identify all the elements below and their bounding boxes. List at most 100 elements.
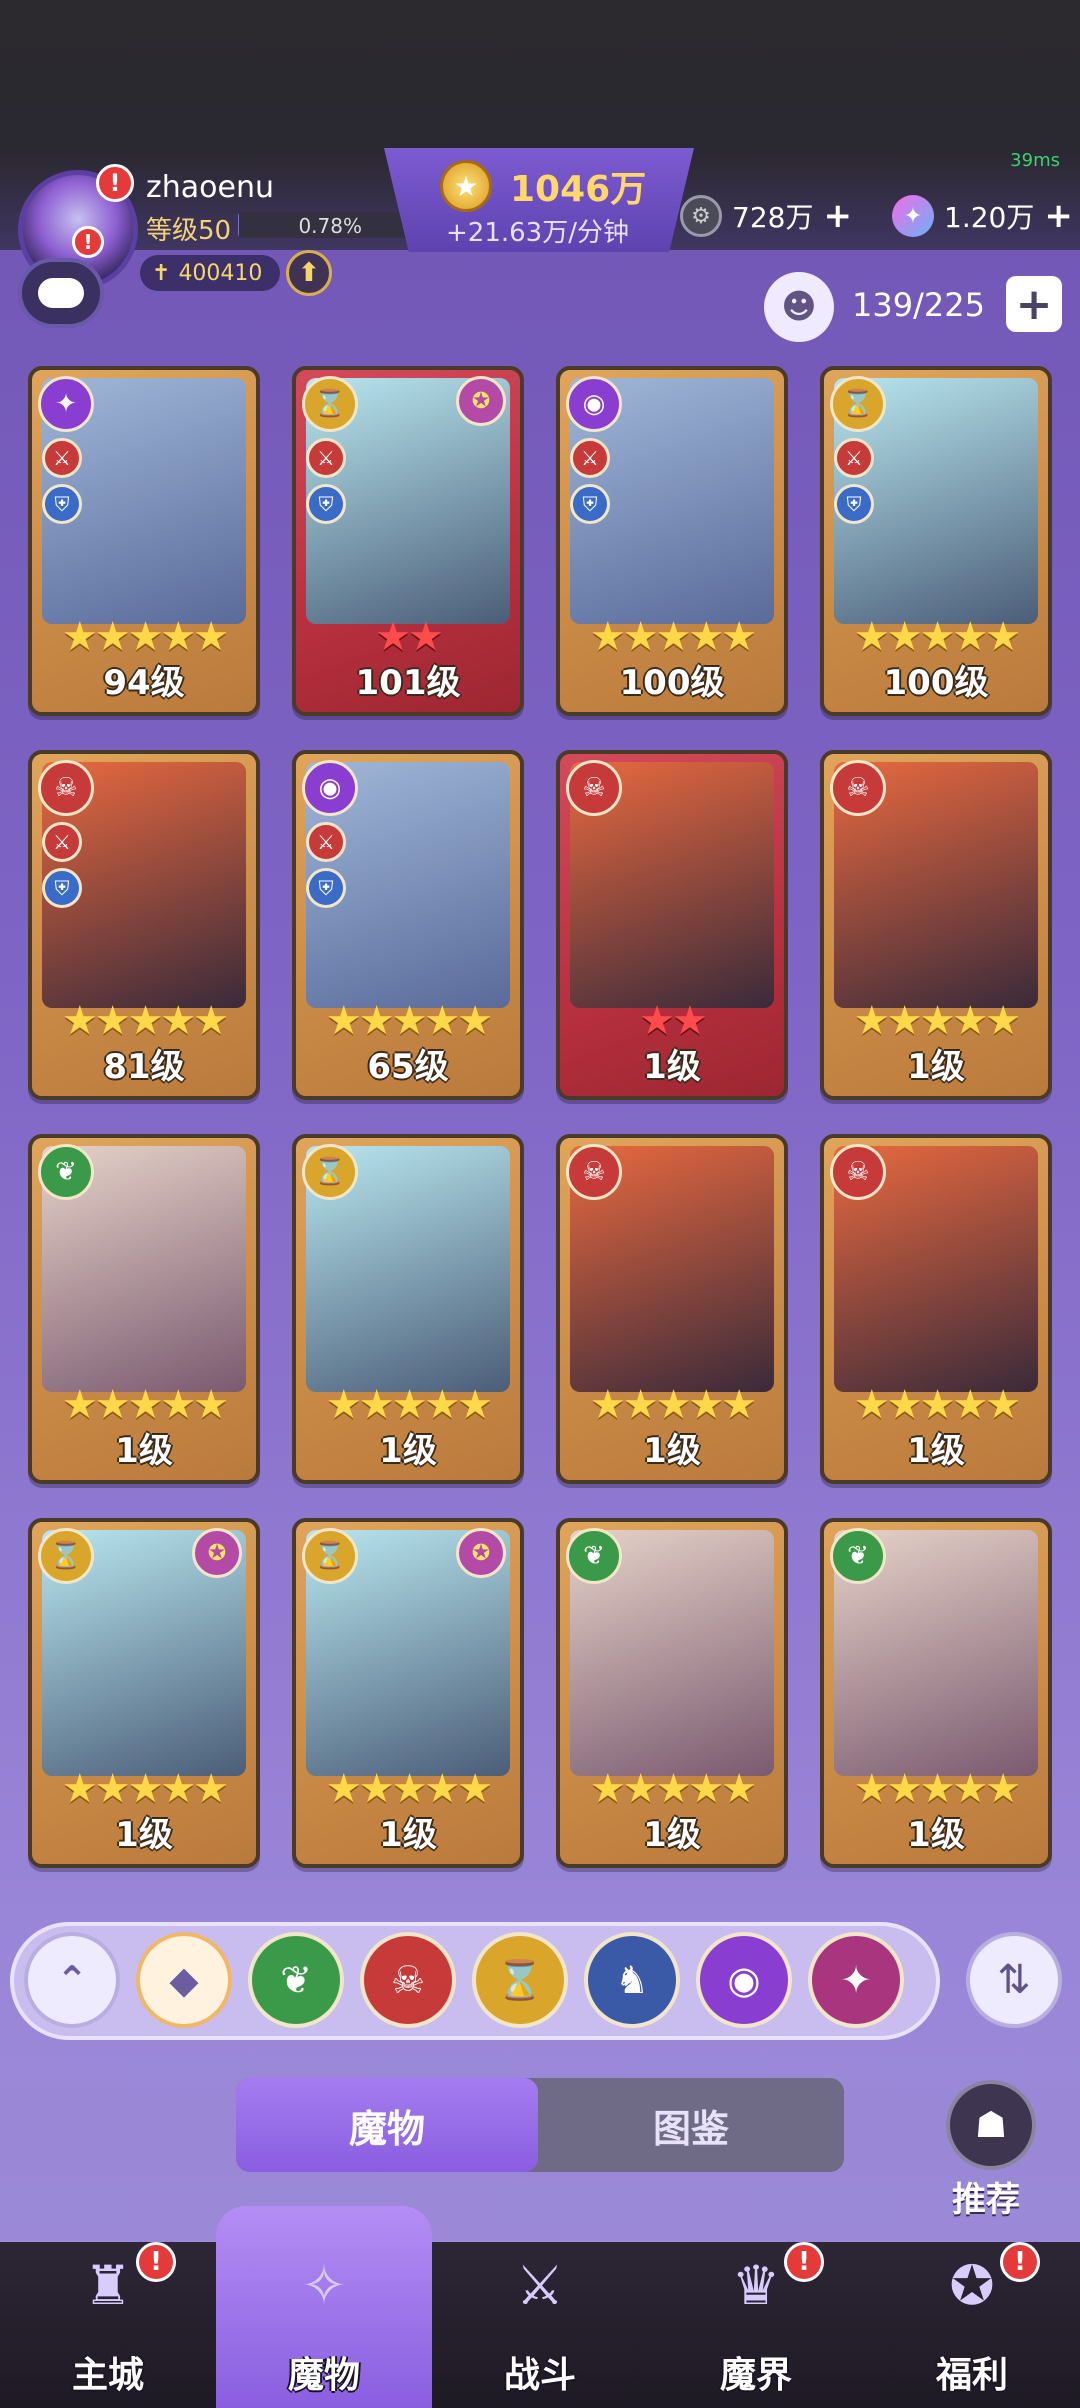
faction-purple-icon: ◉ [302, 760, 358, 816]
faction-green-icon: ❦ [566, 1528, 622, 1584]
monster-capacity-icon: ☻ [764, 272, 834, 342]
nav-item-0[interactable]: ♜ 主城! [0, 2230, 216, 2408]
avatar-alert-icon: ! [96, 164, 134, 202]
tab-codex[interactable]: 图鉴 [538, 2078, 844, 2172]
filter-arcane-icon[interactable]: ◉ [696, 1932, 792, 2028]
attack-role-icon: ⚔ [42, 438, 82, 478]
alert-badge-icon: ! [136, 2242, 176, 2282]
monster-card[interactable]: ⌛ ✪ ⚔ ⛨ ★★ 101级 [292, 366, 524, 716]
star-rating: ★★★★★ [853, 998, 1021, 1044]
nav-item-2[interactable]: ⚔ 战斗 [432, 2230, 648, 2408]
monster-card[interactable]: ⌛ ⚔ ⛨ ★★★★★ 100级 [820, 366, 1052, 716]
nav-item-4[interactable]: ✪ 福利! [864, 2230, 1080, 2408]
skill-badge-icon: ✪ [192, 1528, 242, 1578]
tab-monsters[interactable]: 魔物 [236, 2078, 538, 2172]
nav-label: 主城 [71, 2355, 144, 2396]
filter-chaos-icon[interactable]: ✦ [808, 1932, 904, 2028]
star-rating: ★★★★★ [61, 1382, 229, 1428]
attack-role-icon: ⚔ [570, 438, 610, 478]
filter-all-icon[interactable]: ◆ [136, 1932, 232, 2028]
filter-collapse-icon[interactable]: ⌃ [24, 1932, 120, 2028]
monster-level: 1级 [379, 1815, 437, 1855]
filter-dragon-icon[interactable]: ♞ [584, 1932, 680, 2028]
recommend-icon[interactable]: ☗ [946, 2080, 1036, 2170]
faction-red-icon: ☠ [38, 760, 94, 816]
monster-level: 1级 [115, 1431, 173, 1471]
monster-card[interactable]: ☠ ★★★★★ 1级 [820, 1134, 1052, 1484]
level-progress-bar: 0.78% [238, 212, 418, 238]
defense-role-icon: ⛨ [570, 484, 610, 524]
faction-gold-icon: ⌛ [302, 1144, 358, 1200]
monster-card[interactable]: ☠ ★★★★★ 1级 [556, 1134, 788, 1484]
gold-amount: 1046万 [510, 169, 647, 210]
skill-badge-icon: ✪ [456, 376, 506, 426]
monster-level: 1级 [907, 1047, 965, 1087]
star-rating: ★★★★★ [325, 998, 493, 1044]
chat-icon[interactable] [18, 258, 104, 328]
nav-item-1[interactable]: ✧ 魔物 [216, 2206, 432, 2408]
faction-purple-icon: ◉ [566, 376, 622, 432]
monster-card[interactable]: ☠ ★★★★★ 1级 [820, 750, 1052, 1100]
monster-level: 1级 [379, 1431, 437, 1471]
faction-green-icon: ❦ [830, 1528, 886, 1584]
star-rating: ★★★★★ [589, 614, 757, 660]
faction-red-icon: ☠ [566, 760, 622, 816]
gold-rate: +21.63万/分钟 [446, 218, 629, 248]
monster-level: 94级 [103, 663, 185, 703]
star-rating: ★★★★★ [61, 1766, 229, 1812]
star-rating: ★★★★★ [589, 1766, 757, 1812]
monster-level: 100级 [883, 663, 989, 703]
star-rating: ★★★★★ [61, 614, 229, 660]
alert-badge-icon: ! [784, 2242, 824, 2282]
monster-card[interactable]: ⌛ ✪ ★★★★★ 1级 [28, 1518, 260, 1868]
star-rating: ★★ [375, 614, 444, 660]
avatar-alert-icon-2: ! [72, 226, 104, 258]
monster-card[interactable]: ❦ ★★★★★ 1级 [556, 1518, 788, 1868]
faction-red-icon: ☠ [830, 1144, 886, 1200]
player-name: zhaoenu [146, 170, 274, 205]
star-rating: ★★★★★ [325, 1766, 493, 1812]
alert-badge-icon: ! [1000, 2242, 1040, 2282]
monster-card[interactable]: ◉ ⚔ ⛨ ★★★★★ 65级 [292, 750, 524, 1100]
sort-button[interactable]: ⇅ [966, 1932, 1062, 2028]
power-display: ✝ 400410 [140, 255, 280, 291]
monster-card[interactable]: ⌛ ★★★★★ 1级 [292, 1134, 524, 1484]
monster-card[interactable]: ⌛ ✪ ★★★★★ 1级 [292, 1518, 524, 1868]
faction-gold-icon: ⌛ [38, 1528, 94, 1584]
faction-green-icon: ❦ [38, 1144, 94, 1200]
monster-card[interactable]: ☠ ⚔ ⛨ ★★★★★ 81级 [28, 750, 260, 1100]
gem-amount: 1.20万 [944, 201, 1035, 234]
monster-card[interactable]: ◉ ⚔ ⛨ ★★★★★ 100级 [556, 366, 788, 716]
attack-role-icon: ⚔ [306, 822, 346, 862]
filter-demon-icon[interactable]: ☠ [360, 1932, 456, 2028]
monster-level: 1级 [643, 1815, 701, 1855]
sword-icon: ✝ [152, 260, 171, 286]
gem-icon: ✦ [892, 195, 934, 237]
level-progress-text: 0.78% [298, 214, 362, 238]
expand-capacity-button[interactable]: + [1006, 276, 1062, 332]
monster-level: 1级 [643, 1431, 701, 1471]
defense-role-icon: ⛨ [42, 484, 82, 524]
nav-label: 战斗 [503, 2355, 576, 2396]
ping-indicator: 39ms [1010, 150, 1060, 171]
upgrade-button[interactable]: ⬆ [286, 250, 332, 296]
star-rating: ★★★★★ [61, 998, 229, 1044]
faction-purple-icon: ✦ [38, 376, 94, 432]
recommend-label[interactable]: 推荐 [952, 2172, 1020, 2221]
monster-card[interactable]: ☠ ★★ 1级 [556, 750, 788, 1100]
star-rating: ★★★★★ [853, 614, 1021, 660]
filter-time-icon[interactable]: ⌛ [472, 1932, 568, 2028]
filter-nature-icon[interactable]: ❦ [248, 1932, 344, 2028]
silver-coin-icon: ⚙ [680, 195, 722, 237]
star-rating: ★★ [639, 998, 708, 1044]
monster-level: 1级 [907, 1431, 965, 1471]
add-silver-button[interactable]: + [823, 196, 852, 236]
monster-card[interactable]: ✦ ⚔ ⛨ ★★★★★ 94级 [28, 366, 260, 716]
monster-level: 1级 [115, 1815, 173, 1855]
monster-card[interactable]: ❦ ★★★★★ 1级 [28, 1134, 260, 1484]
nav-label: 福利 [935, 2355, 1008, 2396]
nav-item-3[interactable]: ♛ 魔界! [648, 2230, 864, 2408]
monster-card[interactable]: ❦ ★★★★★ 1级 [820, 1518, 1052, 1868]
attack-role-icon: ⚔ [306, 438, 346, 478]
add-gem-button[interactable]: + [1044, 196, 1073, 236]
